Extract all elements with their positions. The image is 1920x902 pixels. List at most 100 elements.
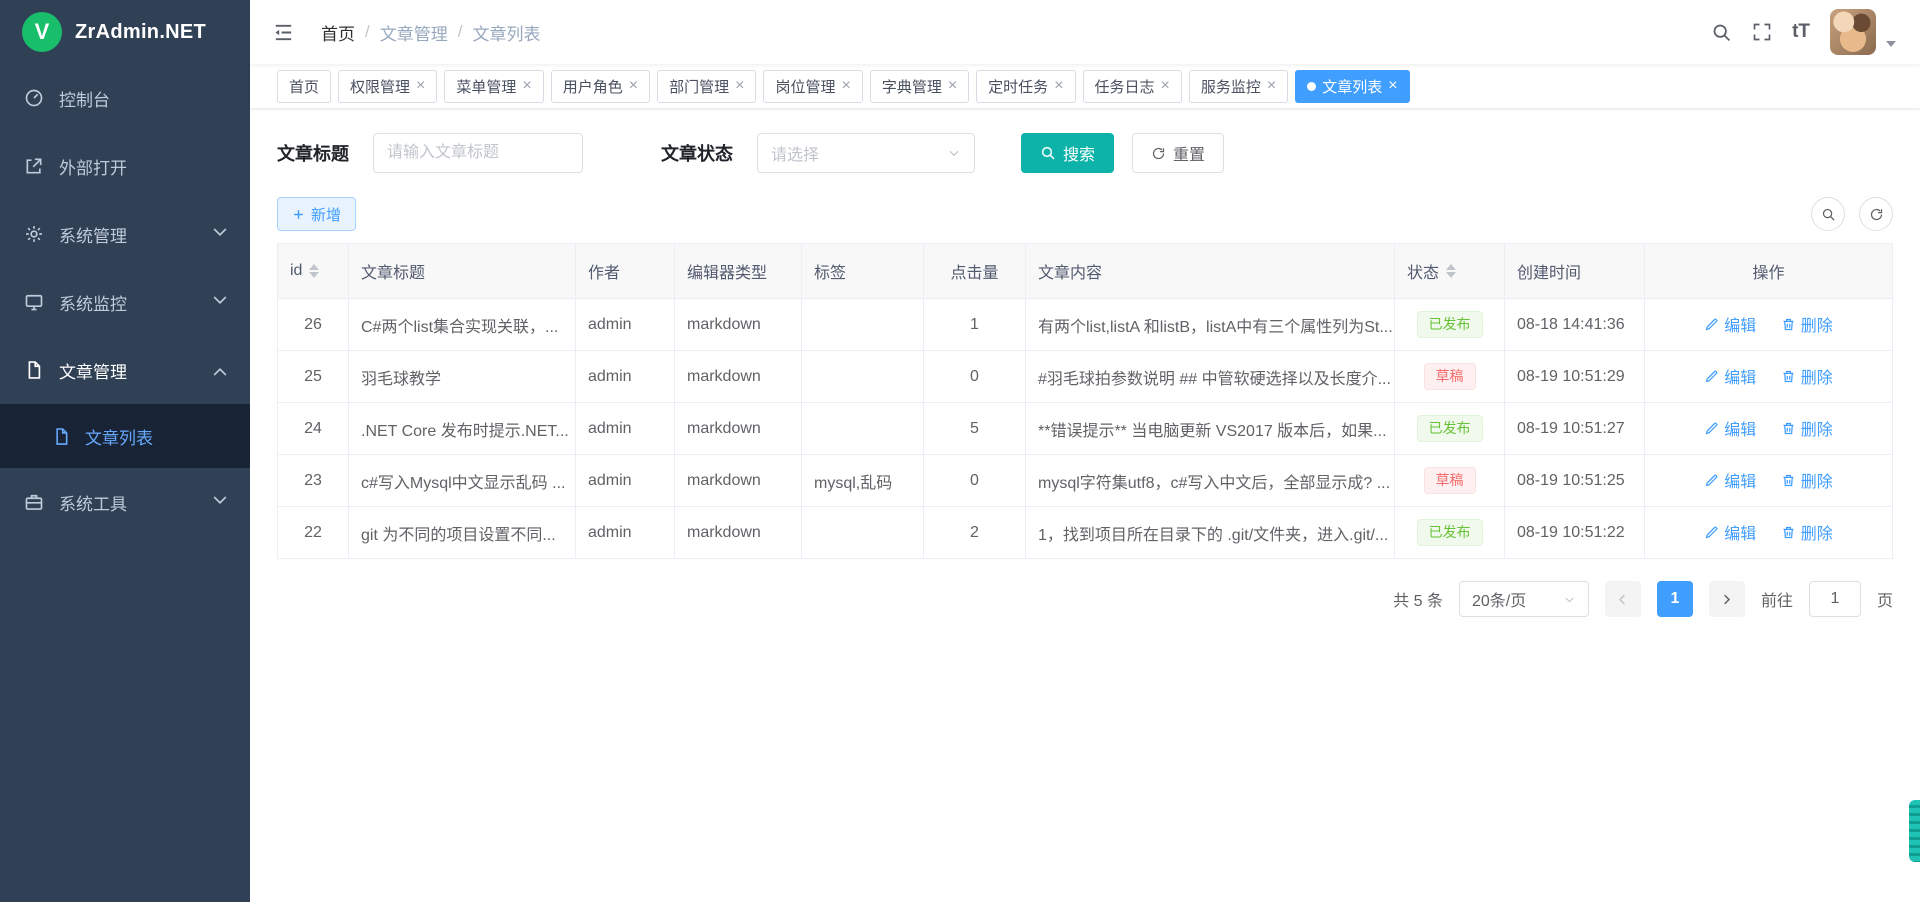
delete-button[interactable]: 删除 <box>1781 468 1833 492</box>
table-row: 25 羽毛球教学 admin markdown 0 #羽毛球拍参数说明 ## 中… <box>278 351 1893 403</box>
pagination: 共 5 条 20条/页 1 前往 页 <box>277 581 1893 617</box>
col-header-id[interactable]: id <box>278 244 349 299</box>
breadcrumb-article-manage[interactable]: 文章管理 <box>380 20 448 45</box>
tab-permission[interactable]: 权限管理× <box>338 70 437 103</box>
scrollbar-thumb[interactable] <box>1909 800 1920 862</box>
tab-task-log[interactable]: 任务日志× <box>1083 70 1182 103</box>
sidebar-item-system-monitor[interactable]: 系统监控 <box>0 268 250 336</box>
prev-page-button[interactable] <box>1605 581 1641 617</box>
tab-dept-manage[interactable]: 部门管理× <box>657 70 756 103</box>
breadcrumb-home[interactable]: 首页 <box>321 20 355 45</box>
add-button[interactable]: 新增 <box>277 197 356 231</box>
table-row: 26 C#两个list集合实现关联，... admin markdown 1 有… <box>278 299 1893 351</box>
article-status-select[interactable]: 请选择 <box>757 133 975 173</box>
document-icon <box>52 427 71 446</box>
sidebar-subitem-article-list[interactable]: 文章列表 <box>0 404 250 468</box>
close-icon[interactable]: × <box>629 78 638 94</box>
col-header-content: 文章内容 <box>1026 244 1395 299</box>
breadcrumb: 首页 / 文章管理 / 文章列表 <box>321 20 540 45</box>
cell-tags <box>802 351 924 403</box>
delete-button[interactable]: 删除 <box>1781 312 1833 336</box>
sidebar: V ZrAdmin.NET 控制台 外部打开 系统管理 系统监控 文章管理 <box>0 0 250 902</box>
sort-carets-icon[interactable] <box>1446 264 1456 278</box>
refresh-table-button[interactable] <box>1859 197 1893 231</box>
sidebar-item-article-manage[interactable]: 文章管理 <box>0 336 250 404</box>
close-icon[interactable]: × <box>522 78 531 94</box>
tab-user-role[interactable]: 用户角色× <box>551 70 650 103</box>
chevron-right-icon <box>1719 592 1734 607</box>
plus-icon <box>292 208 305 221</box>
refresh-icon <box>1869 207 1884 222</box>
cell-id: 23 <box>278 455 349 507</box>
trash-icon <box>1781 421 1796 436</box>
chevron-down-icon <box>210 490 230 515</box>
close-icon[interactable]: × <box>1267 78 1276 94</box>
goto-page-input[interactable] <box>1809 581 1861 617</box>
article-title-label: 文章标题 <box>277 140 349 166</box>
cell-status: 草稿 <box>1395 455 1505 507</box>
edit-button[interactable]: 编辑 <box>1704 468 1756 492</box>
next-page-button[interactable] <box>1709 581 1745 617</box>
tab-server-monitor[interactable]: 服务监控× <box>1189 70 1288 103</box>
sidebar-item-system-manage[interactable]: 系统管理 <box>0 200 250 268</box>
table-row: 22 git 为不同的项目设置不同... admin markdown 2 1，… <box>278 507 1893 559</box>
delete-button[interactable]: 删除 <box>1781 520 1833 544</box>
article-title-input[interactable] <box>373 133 583 173</box>
close-icon[interactable]: × <box>735 78 744 94</box>
logo-icon: V <box>22 12 62 52</box>
chevron-down-icon <box>210 222 230 247</box>
cell-status: 已发布 <box>1395 403 1505 455</box>
close-icon[interactable]: × <box>416 78 425 94</box>
search-icon[interactable] <box>1711 22 1732 43</box>
tab-cron-task[interactable]: 定时任务× <box>976 70 1075 103</box>
cell-actions: 编辑 删除 <box>1645 455 1893 507</box>
fullscreen-icon[interactable] <box>1752 22 1772 42</box>
column-search-toggle-button[interactable] <box>1811 197 1845 231</box>
breadcrumb-current: 文章列表 <box>472 20 540 45</box>
cell-actions: 编辑 删除 <box>1645 351 1893 403</box>
sidebar-item-external-open[interactable]: 外部打开 <box>0 132 250 200</box>
sidebar-item-system-tools[interactable]: 系统工具 <box>0 468 250 536</box>
tab-post-manage[interactable]: 岗位管理× <box>763 70 862 103</box>
col-header-title: 文章标题 <box>349 244 576 299</box>
user-menu-caret-icon[interactable] <box>1886 41 1896 47</box>
sort-carets-icon[interactable] <box>309 264 319 278</box>
cell-hits: 1 <box>924 299 1026 351</box>
page-number-1[interactable]: 1 <box>1657 581 1693 617</box>
tab-menu-manage[interactable]: 菜单管理× <box>444 70 543 103</box>
edit-button[interactable]: 编辑 <box>1704 312 1756 336</box>
font-size-icon[interactable]: tT <box>1792 21 1810 43</box>
edit-button[interactable]: 编辑 <box>1704 416 1756 440</box>
cell-title: C#两个list集合实现关联，... <box>349 299 576 351</box>
close-icon[interactable]: × <box>1161 78 1170 94</box>
close-icon[interactable]: × <box>1388 78 1397 94</box>
delete-button[interactable]: 删除 <box>1781 416 1833 440</box>
cell-created: 08-18 14:41:36 <box>1505 299 1645 351</box>
tab-article-list[interactable]: 文章列表× <box>1295 70 1409 103</box>
edit-button[interactable]: 编辑 <box>1704 364 1756 388</box>
tab-home[interactable]: 首页 <box>277 70 331 103</box>
edit-button[interactable]: 编辑 <box>1704 520 1756 544</box>
breadcrumb-separator: / <box>365 22 370 42</box>
user-avatar[interactable] <box>1830 9 1876 55</box>
sidebar-item-dashboard[interactable]: 控制台 <box>0 64 250 132</box>
close-icon[interactable]: × <box>1054 78 1063 94</box>
close-icon[interactable]: × <box>841 78 850 94</box>
status-badge: 已发布 <box>1417 415 1483 442</box>
page-content: 文章标题 文章状态 请选择 搜索 重置 <box>250 108 1920 902</box>
trash-icon <box>1781 473 1796 488</box>
col-header-status[interactable]: 状态 <box>1395 244 1505 299</box>
sidebar-item-label: 控制台 <box>59 86 110 111</box>
status-badge: 草稿 <box>1424 363 1476 390</box>
sidebar-subitem-label: 文章列表 <box>85 424 153 449</box>
col-header-hits: 点击量 <box>924 244 1026 299</box>
sidebar-collapse-icon[interactable] <box>272 21 295 44</box>
delete-button[interactable]: 删除 <box>1781 364 1833 388</box>
reset-button[interactable]: 重置 <box>1132 133 1224 173</box>
cell-id: 25 <box>278 351 349 403</box>
close-icon[interactable]: × <box>948 78 957 94</box>
page-size-select[interactable]: 20条/页 <box>1459 581 1589 617</box>
cell-tags <box>802 403 924 455</box>
tab-dict-manage[interactable]: 字典管理× <box>870 70 969 103</box>
search-button[interactable]: 搜索 <box>1021 133 1114 173</box>
